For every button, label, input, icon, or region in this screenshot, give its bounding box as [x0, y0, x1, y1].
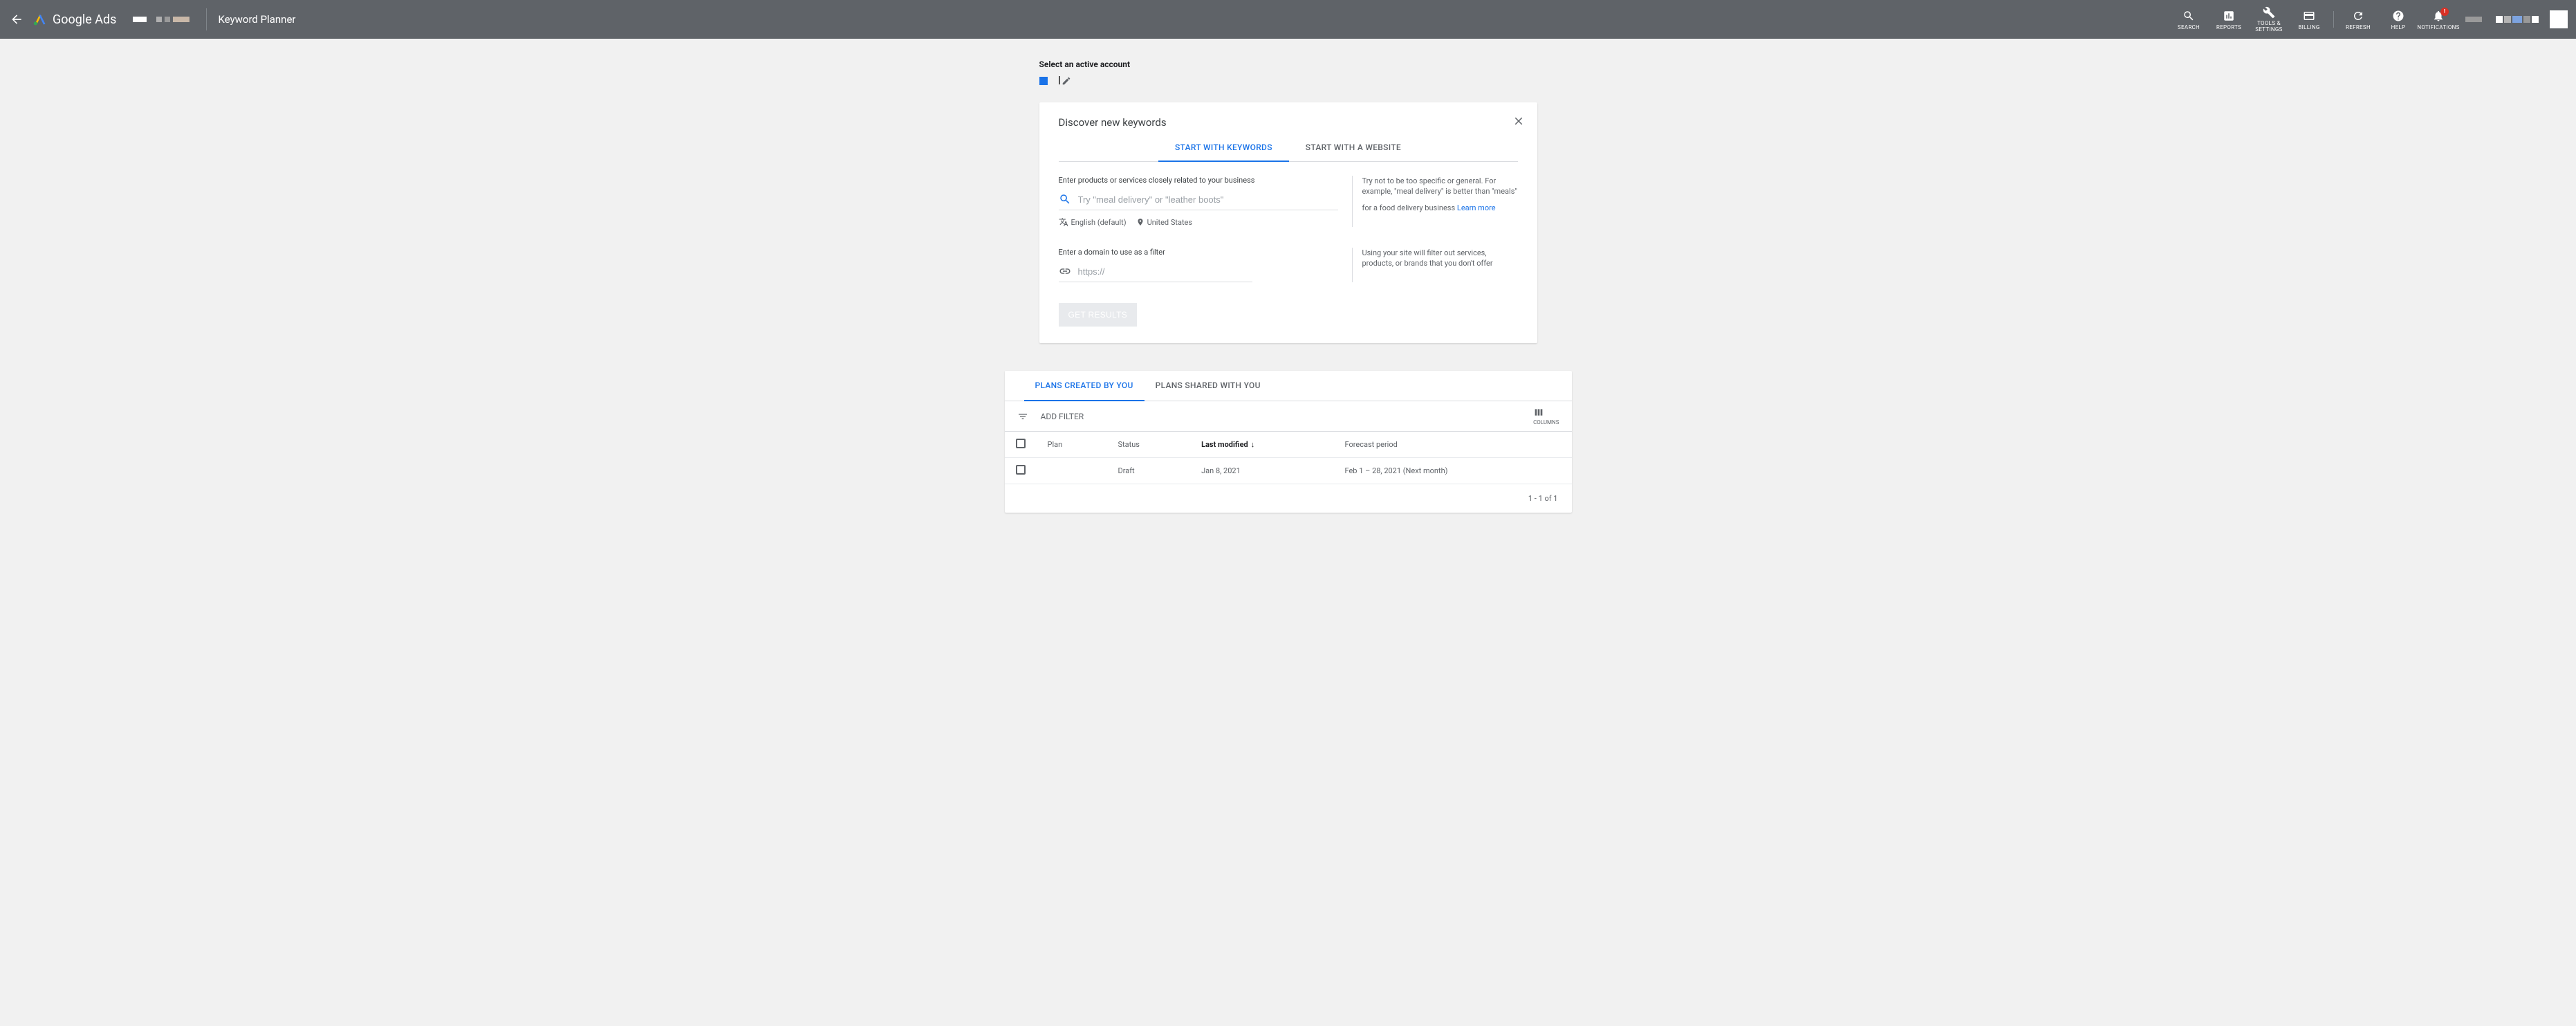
account-name-redacted	[1059, 76, 1071, 86]
notification-badge: !	[2440, 8, 2449, 16]
arrow-left-icon	[10, 12, 24, 26]
cell-last-modified: Jan 8, 2021	[1190, 458, 1333, 484]
wrench-icon	[2263, 6, 2275, 19]
account-row	[1039, 76, 1537, 86]
app-header: Google Ads Keyword Planner SEARCH REPORT…	[0, 0, 2576, 39]
select-all-checkbox[interactable]	[1016, 439, 1026, 448]
plans-table: Plan Status Last modified↓ Forecast peri…	[1005, 432, 1572, 484]
col-forecast[interactable]: Forecast period	[1334, 432, 1572, 458]
locale-row: English (default) United States	[1059, 217, 1338, 227]
notifications-button[interactable]: ! NOTIFICATIONS	[2418, 9, 2458, 30]
header-divider	[206, 8, 207, 30]
search-icon	[1059, 193, 1071, 205]
tab-plans-shared[interactable]: PLANS SHARED WITH YOU	[1145, 371, 1272, 401]
location-selector[interactable]: United States	[1136, 218, 1192, 227]
domain-field-label: Enter a domain to use as a filter	[1059, 248, 1338, 257]
columns-icon	[1533, 407, 1544, 418]
col-last-modified[interactable]: Last modified↓	[1190, 432, 1333, 458]
language-selector[interactable]: English (default)	[1059, 217, 1127, 227]
cell-status: Draft	[1107, 458, 1191, 484]
tab-plans-created[interactable]: PLANS CREATED BY YOU	[1024, 371, 1145, 401]
reports-button[interactable]: REPORTS	[2209, 9, 2249, 30]
keywords-row: Enter products or services closely relat…	[1059, 176, 1518, 227]
pagination: 1 - 1 of 1	[1005, 484, 1572, 513]
keywords-input[interactable]	[1078, 194, 1338, 205]
back-button[interactable]	[8, 11, 25, 28]
filter-bar: ADD FILTER COLUMNS	[1005, 401, 1572, 432]
product-name: Google Ads	[53, 12, 116, 27]
search-icon	[2183, 10, 2195, 22]
row-checkbox[interactable]	[1016, 465, 1026, 475]
keywords-field-label: Enter products or services closely relat…	[1059, 176, 1338, 185]
refresh-button[interactable]: REFRESH	[2338, 9, 2378, 30]
page-title: Keyword Planner	[218, 13, 295, 26]
google-ads-logo[interactable]: Google Ads	[33, 12, 116, 27]
sort-desc-icon: ↓	[1251, 440, 1255, 449]
table-header-row: Plan Status Last modified↓ Forecast peri…	[1005, 432, 1572, 458]
columns-button[interactable]: COLUMNS	[1533, 407, 1559, 425]
account-indicator	[1039, 77, 1048, 85]
plans-tabs: PLANS CREATED BY YOU PLANS SHARED WITH Y…	[1005, 371, 1572, 401]
help-button[interactable]: HELP	[2378, 9, 2418, 30]
edit-icon[interactable]	[1062, 76, 1071, 86]
close-icon	[1512, 115, 1525, 127]
avatar[interactable]	[2550, 10, 2568, 28]
discover-card: Discover new keywords START WITH KEYWORD…	[1039, 102, 1537, 343]
table-row[interactable]: Draft Jan 8, 2021 Feb 1 – 28, 2021 (Next…	[1005, 458, 1572, 484]
plans-card: PLANS CREATED BY YOU PLANS SHARED WITH Y…	[1005, 371, 1572, 513]
col-plan[interactable]: Plan	[1037, 432, 1107, 458]
add-filter-button[interactable]: ADD FILTER	[1041, 412, 1084, 421]
cell-forecast: Feb 1 – 28, 2021 (Next month)	[1334, 458, 1572, 484]
cell-plan	[1037, 458, 1107, 484]
select-account-label: Select an active account	[1039, 59, 1537, 69]
filter-icon[interactable]	[1017, 411, 1028, 422]
tab-start-keywords[interactable]: START WITH KEYWORDS	[1158, 134, 1289, 162]
col-status[interactable]: Status	[1107, 432, 1191, 458]
discover-tabs: START WITH KEYWORDS START WITH A WEBSITE	[1059, 134, 1518, 162]
get-results-button[interactable]: GET RESULTS	[1059, 303, 1138, 327]
chart-icon	[2223, 10, 2235, 22]
ads-logo-icon	[33, 12, 47, 26]
domain-input[interactable]	[1078, 266, 1252, 277]
close-button[interactable]	[1512, 115, 1525, 127]
pin-icon	[1136, 218, 1145, 226]
discover-title: Discover new keywords	[1059, 116, 1518, 129]
domain-input-wrap	[1059, 261, 1252, 282]
card-icon	[2303, 10, 2315, 22]
profile-area[interactable]	[2465, 10, 2568, 28]
main-content: Select an active account Discover new ke…	[901, 39, 1676, 540]
domain-row: Enter a domain to use as a filter Using …	[1059, 248, 1518, 282]
account-redacted	[133, 17, 189, 22]
domain-tip: Using your site will filter out services…	[1362, 248, 1493, 268]
translate-icon	[1059, 217, 1068, 227]
refresh-icon	[2352, 10, 2364, 22]
header-toolbar: SEARCH REPORTS TOOLS & SETTINGS BILLING …	[2169, 6, 2568, 33]
tools-button[interactable]: TOOLS & SETTINGS	[2249, 6, 2289, 33]
tab-start-website[interactable]: START WITH A WEBSITE	[1289, 134, 1418, 161]
keywords-input-wrap	[1059, 189, 1338, 210]
learn-more-link[interactable]: Learn more	[1457, 203, 1496, 213]
help-icon	[2392, 10, 2404, 22]
link-icon	[1059, 265, 1071, 277]
search-button[interactable]: SEARCH	[2169, 9, 2209, 30]
billing-button[interactable]: BILLING	[2289, 9, 2329, 30]
